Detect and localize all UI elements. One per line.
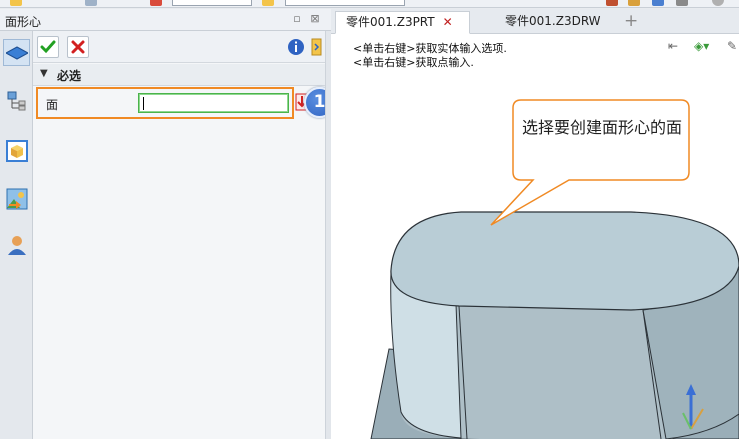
toolbar-icon[interactable] <box>652 0 664 6</box>
model-canvas[interactable] <box>331 34 739 439</box>
history-tab[interactable] <box>3 87 30 114</box>
text-caret <box>143 97 144 110</box>
toolbar-icon[interactable] <box>85 0 97 6</box>
filter-field[interactable] <box>285 0 405 6</box>
section-label: 必选 <box>57 69 82 83</box>
tab-part[interactable]: 零件001.Z3PRT ✕ <box>335 11 470 34</box>
graphics-viewport[interactable]: <单击右键>获取实体输入选项. <单击右键>获取点输入. ⇤ ◈▾ ✎ 选择要创… <box>331 34 739 439</box>
face-input-row: 面 <box>36 87 294 119</box>
collapse-arrow-icon[interactable]: ▼ <box>40 68 48 79</box>
panel-title: 面形心 <box>5 15 42 29</box>
filter-dropdown[interactable] <box>172 0 252 6</box>
user-tab[interactable] <box>3 231 30 258</box>
tab-label: 零件001.Z3PRT <box>346 15 435 29</box>
toolbar-icon[interactable] <box>712 0 724 6</box>
info-button[interactable] <box>285 36 307 58</box>
plane-icon <box>5 45 28 60</box>
cube-icon <box>5 139 28 162</box>
panel-menu-button[interactable] <box>309 36 325 58</box>
check-icon <box>40 40 56 54</box>
user-icon <box>7 235 26 255</box>
info-icon <box>288 39 304 55</box>
tree-icon <box>7 91 25 110</box>
tab-label: 零件001.Z3DRW <box>505 14 601 28</box>
face-input[interactable] <box>138 93 289 113</box>
top-toolbar <box>0 0 739 8</box>
feature-manager-tab[interactable] <box>3 39 30 66</box>
scene-icon <box>6 188 27 209</box>
command-panel: ▼ 必选 面 1 <box>33 31 335 439</box>
pin-icon[interactable]: ▫ <box>290 12 304 26</box>
part-top-face <box>390 211 739 311</box>
panel-title-bar: 面形心 ▫ ⊠ <box>0 9 331 31</box>
plus-icon[interactable]: + <box>624 11 638 31</box>
cancel-button[interactable] <box>67 36 89 58</box>
x-icon <box>71 40 85 54</box>
toolbar-icon[interactable] <box>150 0 162 6</box>
callout-text: 选择要创建面形心的面 <box>521 118 682 137</box>
ok-button[interactable] <box>37 36 59 58</box>
bookmark-icon <box>311 38 322 56</box>
document-tabs: 零件001.Z3PRT ✕ 零件001.Z3DRW✕ + <box>331 9 739 49</box>
app-window: 面形心 ▫ ⊠ ▼ 必选 面 1 零件001.Z3PRT ✕ 零件001.Z3D… <box>0 0 739 439</box>
close-icon[interactable]: ⊠ <box>308 12 322 26</box>
required-section-header[interactable]: ▼ 必选 <box>33 64 331 86</box>
side-toolbar <box>0 31 33 439</box>
tab-drawing[interactable]: 零件001.Z3DRW✕ <box>495 11 620 49</box>
view-tab[interactable] <box>3 185 30 212</box>
panel-toolbar <box>33 31 331 63</box>
face-field-label: 面 <box>46 98 59 112</box>
toolbar-icon[interactable] <box>628 0 640 6</box>
toolbar-icon[interactable] <box>676 0 688 6</box>
part-tab[interactable] <box>3 137 30 164</box>
toolbar-icon[interactable] <box>606 0 618 6</box>
close-icon[interactable]: ✕ <box>443 12 453 33</box>
toolbar-icon[interactable] <box>262 0 274 6</box>
toolbar-icon[interactable] <box>10 0 22 6</box>
